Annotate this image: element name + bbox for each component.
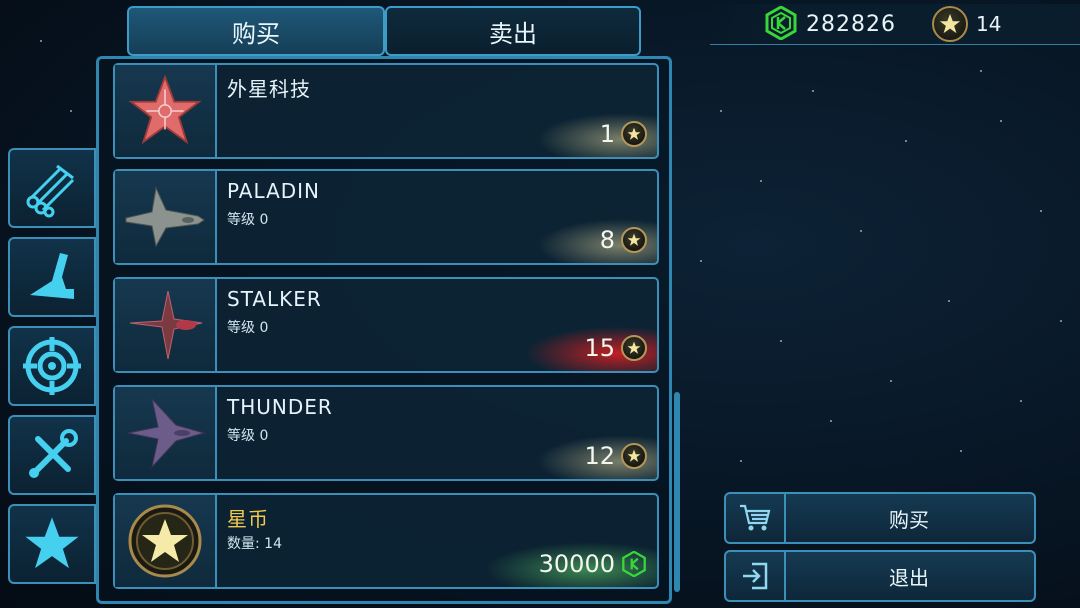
- list-item[interactable]: PALADIN 等级 0 8: [113, 169, 659, 265]
- side-tab-tools[interactable]: [8, 415, 96, 495]
- list-item[interactable]: 外星科技 1: [113, 63, 659, 159]
- credits-value: 282826: [806, 12, 896, 37]
- credit-hex-icon: [765, 6, 797, 40]
- buy-button-label: 购买: [889, 507, 929, 532]
- item-level: 等级 0: [227, 320, 269, 336]
- item-name: 星币: [227, 507, 269, 531]
- tab-sell[interactable]: 卖出: [385, 6, 641, 56]
- currency-bar: 282826 14: [710, 4, 1080, 45]
- star-coin-icon: [128, 504, 202, 578]
- pipes-icon: [26, 164, 75, 218]
- star-coin-icon: [621, 227, 647, 253]
- item-name: PALADIN: [227, 179, 321, 203]
- buy-button[interactable]: 购买: [724, 492, 1036, 544]
- hull-icon: [30, 253, 74, 299]
- shop-item-list: 外星科技 1 PALADIN 等级 0 8 STALKER 等级 0 15 TH…: [96, 56, 672, 604]
- side-tab-hulls[interactable]: [8, 237, 96, 317]
- item-price: 15: [584, 333, 647, 363]
- side-tab-weapons[interactable]: [8, 326, 96, 406]
- item-name: STALKER: [227, 287, 322, 311]
- cart-icon: [740, 504, 771, 531]
- item-quantity: 数量: 14: [227, 536, 282, 552]
- buy-sell-tabs: 购买 卖出: [127, 6, 641, 56]
- item-price: 1: [600, 119, 647, 149]
- side-tab-special[interactable]: [8, 504, 96, 584]
- side-tab-materials[interactable]: [8, 148, 96, 228]
- list-item[interactable]: 星币 数量: 14 30000: [113, 493, 659, 589]
- star-coins-value: 14: [976, 12, 1002, 36]
- item-price: 30000: [539, 549, 647, 579]
- stalker-ship-icon: [129, 290, 203, 360]
- star-coin-icon: [621, 335, 647, 361]
- item-level: 等级 0: [227, 212, 269, 228]
- star-coin-icon: [621, 121, 647, 147]
- item-level: 等级 0: [227, 428, 269, 444]
- item-price: 12: [584, 441, 647, 471]
- thunder-ship-icon: [127, 397, 206, 469]
- star-icon: [25, 517, 79, 569]
- exit-button-label: 退出: [889, 565, 929, 590]
- list-scrollbar[interactable]: [674, 392, 680, 592]
- item-price: 8: [600, 225, 647, 255]
- list-item[interactable]: THUNDER 等级 0 12: [113, 385, 659, 481]
- list-item[interactable]: STALKER 等级 0 15: [113, 277, 659, 373]
- paladin-ship-icon: [125, 186, 205, 248]
- star-coin-icon: [932, 6, 968, 42]
- tools-icon: [29, 429, 78, 478]
- item-name: THUNDER: [227, 395, 333, 419]
- target-icon: [23, 337, 81, 395]
- credit-hex-icon: [622, 551, 646, 577]
- exit-button[interactable]: 退出: [724, 550, 1036, 602]
- item-name: 外星科技: [227, 77, 311, 101]
- alien-tech-icon: [128, 74, 202, 145]
- star-coin-icon: [621, 443, 647, 469]
- tab-buy[interactable]: 购买: [127, 6, 385, 56]
- exit-icon: [743, 562, 768, 590]
